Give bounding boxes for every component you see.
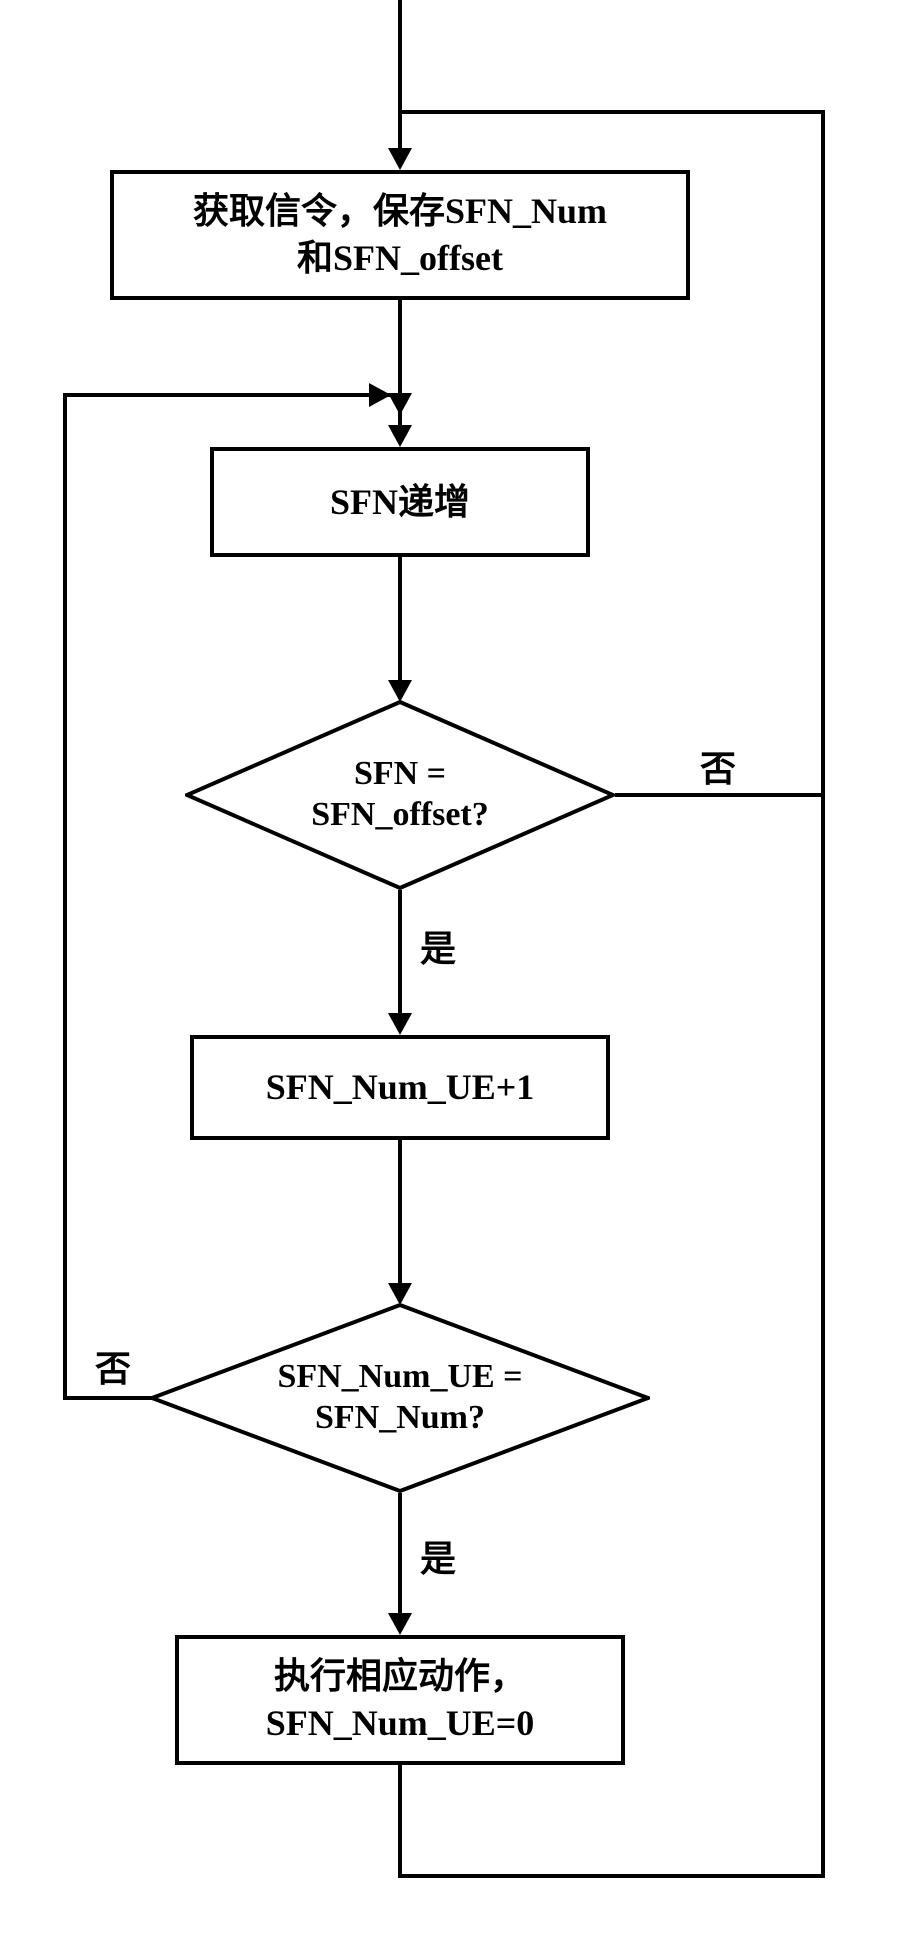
flowchart-container: 获取信令，保存SFN_Num 和SFN_offset SFN递增 SFN = S… [0,0,920,1936]
arrow-d1-yes [398,890,402,1018]
arrow-2-d1 [398,557,402,685]
box-sfn-increment-text: SFN递增 [330,479,470,526]
arrow-d2-no-h [63,1396,153,1400]
arrow-d2-yes-head [388,1613,412,1635]
decision-sfn-offset-text: SFN = SFN_offset? [311,754,489,836]
arrow-1-2-head [388,425,412,447]
arrow-d1-no-h [615,793,825,797]
decision-sfn-offset: SFN = SFN_offset? [185,700,615,890]
arrow-d2-no-h2 [63,393,393,397]
box-execute-action-text: 执行相应动作， SFN_Num_UE=0 [266,1653,535,1747]
label-d1-yes: 是 [420,920,456,972]
decision-sfn-num: SFN_Num_UE = SFN_Num? [150,1303,650,1493]
box-get-signaling-text: 获取信令，保存SFN_Num 和SFN_offset [193,188,607,282]
arrow-d2-yes [398,1493,402,1618]
arrow-2-d1-head [388,680,412,702]
arrow-d2-no-h2-head [369,383,391,407]
arrow-exit-v2 [821,793,825,1878]
label-d2-no: 否 [95,1340,131,1392]
arrow-d1-no-v [821,110,825,797]
arrow-entry-head [388,148,412,170]
arrow-d1-yes-head [388,1013,412,1035]
decision-sfn-num-text: SFN_Num_UE = SFN_Num? [277,1357,522,1439]
box-sfn-num-ue-inc-text: SFN_Num_UE+1 [266,1064,535,1111]
box-execute-action: 执行相应动作， SFN_Num_UE=0 [175,1635,625,1765]
label-d1-no: 否 [700,740,736,792]
arrow-exit-v [398,1765,402,1878]
arrow-d2-no-v [63,393,67,1400]
box-sfn-increment: SFN递增 [210,447,590,557]
arrow-exit-h [398,1874,825,1878]
box-sfn-num-ue-inc: SFN_Num_UE+1 [190,1035,610,1140]
arrow-entry [398,0,402,148]
arrow-3-d2 [398,1140,402,1288]
label-d2-yes: 是 [420,1530,456,1582]
arrow-3-d2-head [388,1283,412,1305]
box-get-signaling: 获取信令，保存SFN_Num 和SFN_offset [110,170,690,300]
arrow-d1-no-h2 [400,110,825,114]
